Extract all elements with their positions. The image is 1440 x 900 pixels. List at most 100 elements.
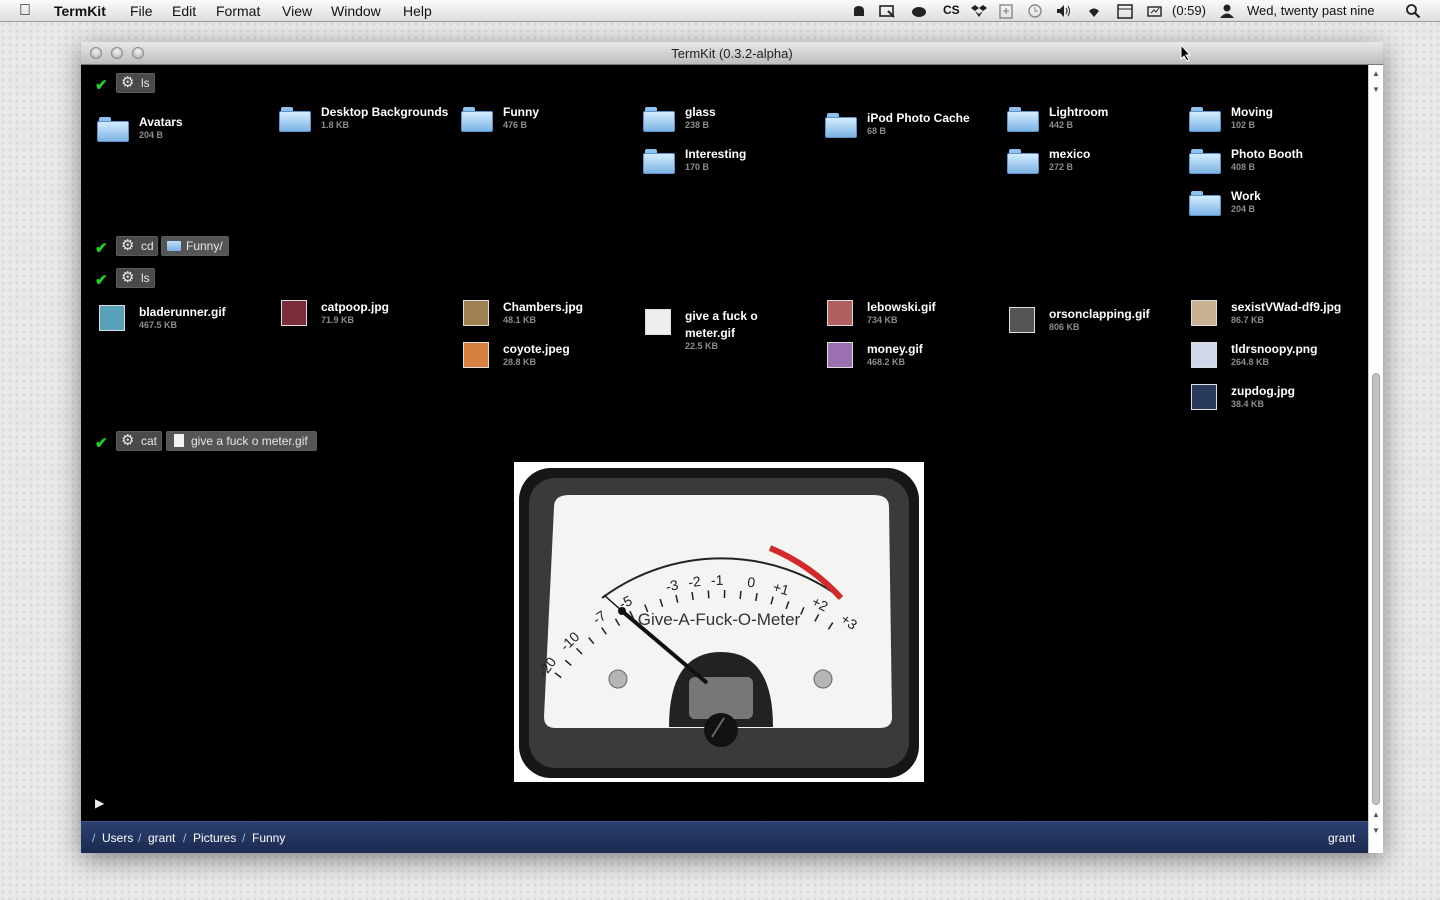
- path-bar: / Users / grant / Pictures / Funny grant: [81, 821, 1368, 853]
- bell-icon[interactable]: [911, 3, 927, 19]
- volume-icon[interactable]: [1056, 3, 1072, 19]
- calendar-icon[interactable]: [1117, 3, 1133, 19]
- folder-item[interactable]: Work 204 B: [1189, 189, 1359, 229]
- folder-item[interactable]: Photo Booth 408 B: [1189, 147, 1359, 187]
- meter-scale-label: -2: [687, 573, 702, 590]
- file-item[interactable]: orsonclapping.gif 806 KB: [1007, 307, 1177, 347]
- item-name: tldrsnoopy.png: [1231, 342, 1318, 356]
- wifi-icon[interactable]: [1086, 3, 1102, 19]
- prompt-icon[interactable]: ▶: [95, 796, 104, 810]
- folder-item[interactable]: Desktop Backgrounds 1.8 KB: [279, 105, 449, 145]
- clipboard-icon[interactable]: [998, 3, 1014, 19]
- item-name: sexistVWad-df9.jpg: [1231, 300, 1342, 314]
- meter-scale-label: -1: [711, 572, 724, 588]
- command-row[interactable]: ✔ ⚙ ls: [95, 268, 295, 289]
- folder-item[interactable]: Moving 102 B: [1189, 105, 1359, 145]
- item-name: Funny: [503, 105, 539, 119]
- breadcrumb-users[interactable]: Users: [102, 831, 133, 845]
- argument-token[interactable]: give a fuck o meter.gif: [166, 431, 317, 451]
- folder-item[interactable]: Interesting 170 B: [643, 147, 813, 187]
- terminal-content[interactable]: ✔ ⚙ ls Avatars 204 B Desktop Backgrounds 1.…: [81, 65, 1368, 821]
- command-token[interactable]: ⚙ ls: [116, 268, 155, 288]
- command-token[interactable]: ⚙ ls: [116, 73, 155, 93]
- file-thumbnail-icon: [99, 305, 125, 331]
- menu-format[interactable]: Format: [216, 3, 260, 19]
- vertical-scrollbar[interactable]: ▲ ▼ ▲ ▼: [1368, 65, 1383, 853]
- command-row[interactable]: ✔ ⚙ cd Funny/: [95, 236, 395, 257]
- file-item[interactable]: sexistVWad-df9.jpg 86.7 KB: [1189, 300, 1359, 340]
- user-icon[interactable]: [1219, 3, 1235, 19]
- dropbox-icon[interactable]: [971, 3, 987, 19]
- cs-icon[interactable]: CS: [943, 3, 960, 17]
- folder-item[interactable]: Lightroom 442 B: [1007, 105, 1177, 145]
- file-item[interactable]: bladerunner.gif 467.5 KB: [97, 305, 267, 345]
- gear-icon: ⚙: [121, 269, 135, 286]
- command-token[interactable]: ⚙ cat: [116, 431, 162, 451]
- menu-file[interactable]: File: [130, 3, 153, 19]
- item-name: give a fuck o: [685, 309, 758, 323]
- command-token[interactable]: ⚙ cd: [116, 236, 158, 256]
- file-thumbnail-icon: [463, 300, 489, 326]
- screen-icon[interactable]: [879, 3, 895, 19]
- battery-icon[interactable]: [1147, 3, 1163, 19]
- item-size: 102 B: [1231, 120, 1256, 130]
- file-item[interactable]: money.gif 468.2 KB: [825, 342, 995, 382]
- item-size: 272 B: [1049, 162, 1074, 172]
- argument-token[interactable]: Funny/: [161, 236, 229, 256]
- scroll-up-arrow-icon[interactable]: ▲: [1372, 810, 1380, 819]
- item-name: catpoop.jpg: [321, 300, 389, 314]
- menu-help[interactable]: Help: [403, 3, 432, 19]
- file-item[interactable]: zupdog.jpg 38.4 KB: [1189, 384, 1359, 424]
- success-check-icon: ✔: [95, 240, 108, 257]
- file-item[interactable]: coyote.jpeg 28.8 KB: [461, 342, 631, 382]
- item-name: iPod Photo Cache: [867, 111, 970, 125]
- file-thumbnail-icon: [1191, 384, 1217, 410]
- folder-icon: [97, 117, 129, 142]
- item-size: 806 KB: [1049, 322, 1080, 332]
- breadcrumb-grant[interactable]: grant: [148, 831, 175, 845]
- spotlight-icon[interactable]: [1405, 3, 1421, 19]
- file-item[interactable]: tldrsnoopy.png 264.8 KB: [1189, 342, 1359, 382]
- item-size: 22.5 KB: [685, 341, 719, 351]
- menu-window[interactable]: Window: [331, 3, 381, 19]
- menu-edit[interactable]: Edit: [172, 3, 196, 19]
- item-name: mexico: [1049, 147, 1091, 161]
- item-name: Lightroom: [1049, 105, 1109, 119]
- item-size: 408 B: [1231, 162, 1256, 172]
- battery-time: (0:59): [1172, 3, 1206, 18]
- breadcrumb-funny[interactable]: Funny: [252, 831, 285, 845]
- file-item[interactable]: give a fuck o meter.gif 22.5 KB: [643, 309, 813, 351]
- item-size: 238 B: [685, 120, 710, 130]
- menubar-clock[interactable]: Wed, twenty past nine: [1247, 3, 1375, 18]
- folder-item[interactable]: glass 238 B: [643, 105, 813, 145]
- item-size: 264.8 KB: [1231, 357, 1270, 367]
- menu-view[interactable]: View: [282, 3, 312, 19]
- scroll-up-arrow-icon[interactable]: ▲: [1372, 69, 1380, 78]
- scroll-down-arrow-icon[interactable]: ▼: [1372, 826, 1380, 835]
- command-row[interactable]: ✔ ⚙ cat give a fuck o meter.gif: [95, 431, 395, 452]
- breadcrumb-pictures[interactable]: Pictures: [193, 831, 236, 845]
- folder-item[interactable]: Funny 476 B: [461, 105, 631, 145]
- folder-icon: [643, 149, 675, 174]
- scroll-down-arrow-icon[interactable]: ▼: [1372, 85, 1380, 94]
- item-name: orsonclapping.gif: [1049, 307, 1150, 321]
- item-size: 204 B: [139, 130, 164, 140]
- apple-menu-icon[interactable]: : [19, 2, 31, 20]
- time-machine-icon[interactable]: [1027, 3, 1043, 19]
- item-name: Photo Booth: [1231, 147, 1303, 161]
- folder-item[interactable]: iPod Photo Cache 68 B: [825, 111, 995, 151]
- app-menu[interactable]: TermKit: [54, 3, 106, 19]
- item-name: zupdog.jpg: [1231, 384, 1295, 398]
- folder-item[interactable]: Avatars 204 B: [97, 115, 267, 155]
- file-item[interactable]: Chambers.jpg 48.1 KB: [461, 300, 631, 340]
- growl-icon[interactable]: [851, 3, 867, 19]
- folder-icon: [1189, 149, 1221, 174]
- folder-item[interactable]: mexico 272 B: [1007, 147, 1177, 187]
- item-name: Moving: [1231, 105, 1273, 119]
- command-row[interactable]: ✔ ⚙ ls: [95, 73, 295, 94]
- file-item[interactable]: lebowski.gif 734 KB: [825, 300, 995, 340]
- folder-icon: [825, 113, 857, 138]
- folder-icon: [643, 107, 675, 132]
- scrollbar-thumb[interactable]: [1372, 373, 1380, 805]
- file-item[interactable]: catpoop.jpg 71.9 KB: [279, 300, 449, 340]
